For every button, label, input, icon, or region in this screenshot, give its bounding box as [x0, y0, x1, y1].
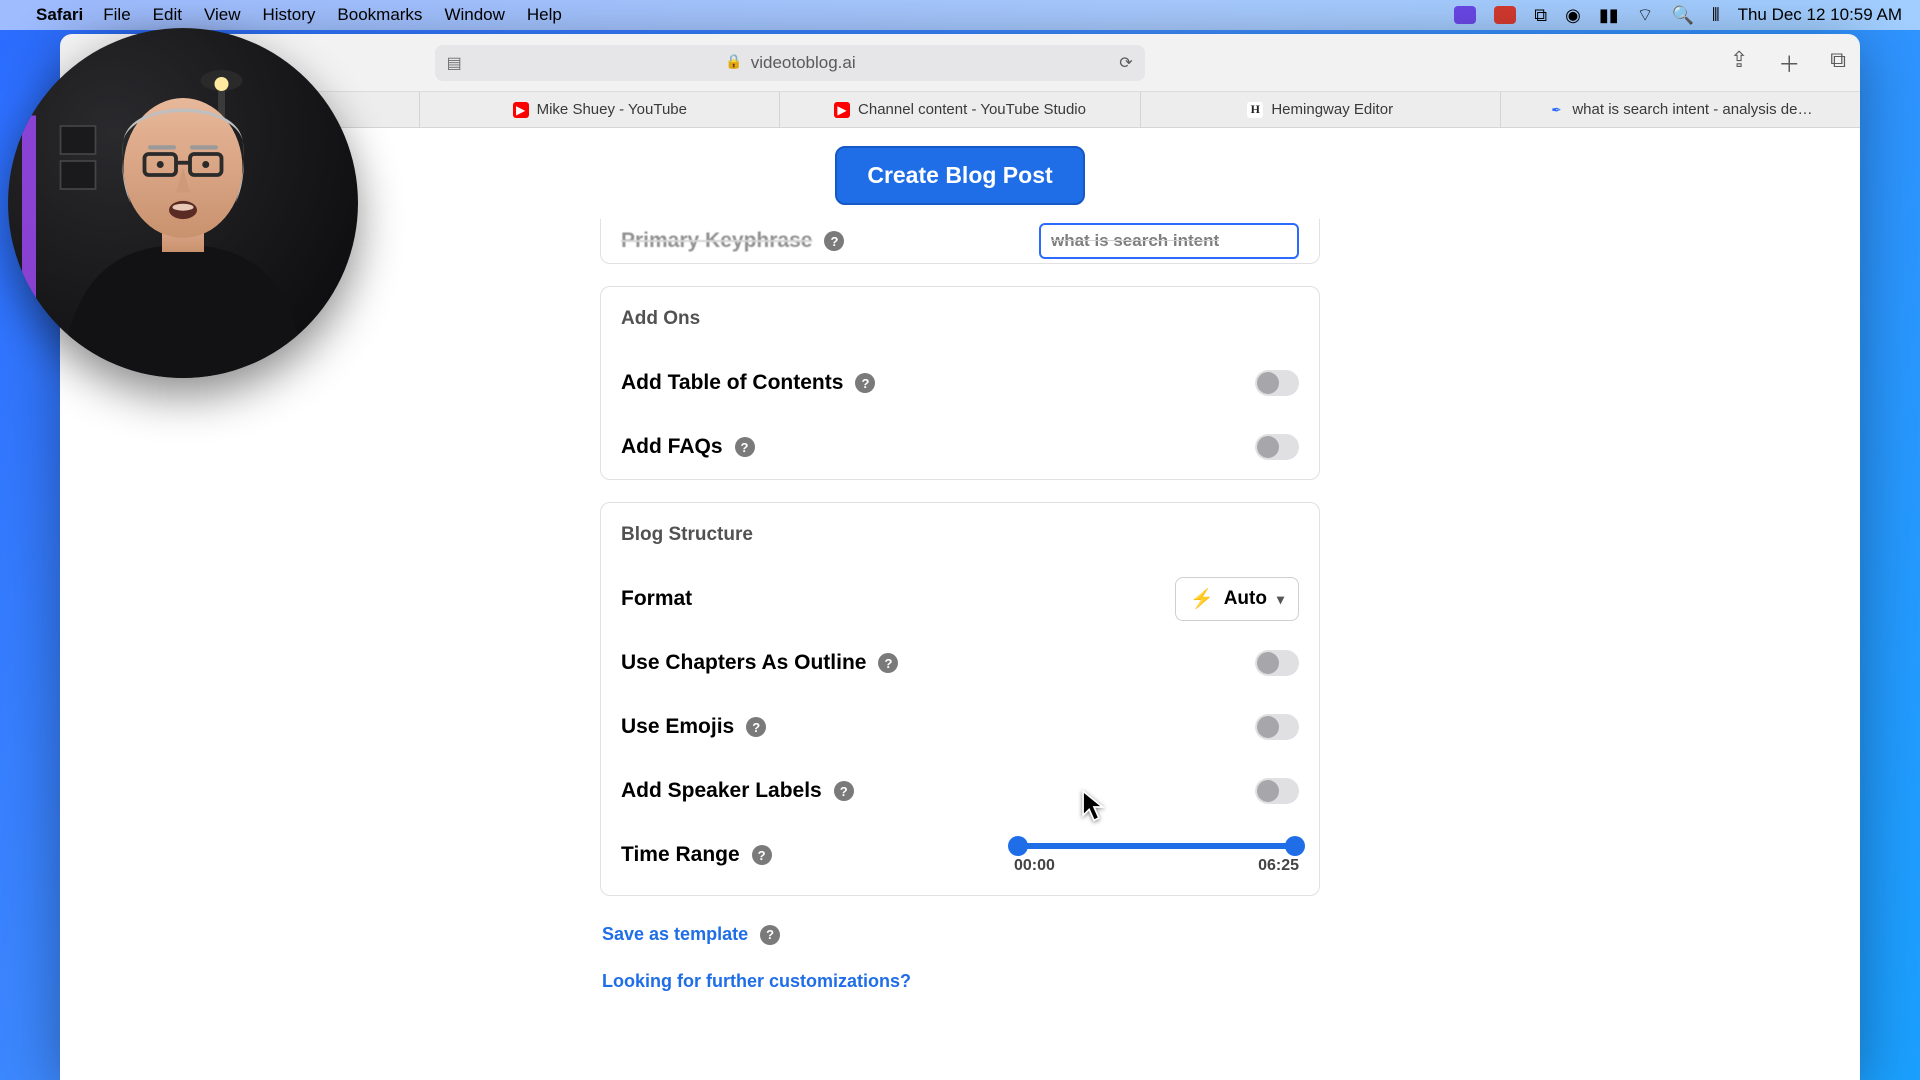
- help-icon[interactable]: ?: [752, 845, 772, 865]
- toggle-toc[interactable]: [1255, 370, 1299, 396]
- now-playing-icon[interactable]: ◉: [1565, 5, 1581, 26]
- create-blog-post-button[interactable]: Create Blog Post: [835, 146, 1084, 205]
- help-icon[interactable]: ?: [855, 373, 875, 393]
- card-structure: Blog Structure Format ⚡ Auto ▾ Use Chapt…: [600, 502, 1320, 896]
- address-bar[interactable]: ▤ 🔒 videotoblog.ai ⟳: [435, 45, 1145, 81]
- toggle-label-faqs: Add FAQs ?: [621, 435, 755, 459]
- structure-title: Blog Structure: [621, 524, 753, 546]
- favicon-feather-icon: ✒︎: [1548, 102, 1564, 118]
- favicon-youtube-icon: ▶: [834, 102, 850, 118]
- tab-3[interactable]: H Hemingway Editor: [1141, 92, 1501, 127]
- spotlight-icon[interactable]: 🔍: [1672, 5, 1694, 26]
- toggle-faqs[interactable]: [1255, 434, 1299, 460]
- bolt-icon: ⚡: [1190, 587, 1214, 611]
- control-center-icon[interactable]: ⫴: [1712, 5, 1720, 26]
- help-icon[interactable]: ?: [834, 781, 854, 801]
- battery-icon[interactable]: ▮▮: [1599, 5, 1619, 26]
- menu-help[interactable]: Help: [527, 5, 562, 25]
- primary-keyphrase-input[interactable]: what is search intent: [1039, 223, 1299, 259]
- menu-bookmarks[interactable]: Bookmarks: [337, 5, 422, 25]
- menu-edit[interactable]: Edit: [153, 5, 182, 25]
- toggle-emojis[interactable]: [1255, 714, 1299, 740]
- toggle-label-toc: Add Table of Contents ?: [621, 371, 875, 395]
- share-icon[interactable]: ⇪: [1730, 47, 1748, 79]
- tabs-overview-icon[interactable]: ⧉: [1830, 47, 1846, 79]
- help-icon[interactable]: ?: [824, 231, 844, 251]
- favicon-hemingway-icon: H: [1247, 102, 1263, 118]
- menu-extra-purple-icon[interactable]: [1454, 6, 1476, 24]
- tab-1[interactable]: ▶ Mike Shuey - YouTube: [420, 92, 780, 127]
- help-icon[interactable]: ?: [760, 925, 780, 945]
- macos-menubar: Safari File Edit View History Bookmarks …: [0, 0, 1920, 30]
- reload-icon[interactable]: ⟳: [1119, 53, 1132, 73]
- time-range-label: Time Range: [621, 843, 740, 867]
- tab-label: Channel content - YouTube Studio: [858, 101, 1086, 118]
- format-value: Auto: [1224, 588, 1267, 610]
- tab-label: Mike Shuey - YouTube: [537, 101, 687, 118]
- toggle-label-emojis: Use Emojis: [621, 715, 734, 739]
- primary-keyphrase-value: what is search intent: [1051, 231, 1219, 251]
- menu-file[interactable]: File: [103, 5, 130, 25]
- new-tab-icon[interactable]: ＋: [1778, 47, 1800, 79]
- screen-mirroring-icon[interactable]: ⧉: [1534, 5, 1547, 26]
- menu-extra-red-icon[interactable]: [1494, 6, 1516, 24]
- address-text: videotoblog.ai: [751, 53, 856, 73]
- reader-icon[interactable]: ▤: [447, 53, 462, 73]
- app-name[interactable]: Safari: [36, 5, 83, 25]
- time-range-thumb-start[interactable]: [1008, 836, 1028, 856]
- toggle-label-chapters: Use Chapters As Outline: [621, 651, 866, 675]
- menu-window[interactable]: Window: [444, 5, 504, 25]
- help-icon[interactable]: ?: [735, 437, 755, 457]
- format-label: Format: [621, 587, 692, 611]
- chevron-down-icon: ▾: [1277, 591, 1284, 608]
- tab-label: Hemingway Editor: [1271, 101, 1393, 118]
- tab-4[interactable]: ✒︎ what is search intent - analysis de…: [1501, 92, 1860, 127]
- time-range-end: 06:25: [1258, 857, 1299, 875]
- menu-view[interactable]: View: [204, 5, 241, 25]
- tab-2[interactable]: ▶ Channel content - YouTube Studio: [780, 92, 1140, 127]
- clock[interactable]: Thu Dec 12 10:59 AM: [1738, 5, 1902, 25]
- card-addons: Add Ons Add Table of Contents ? Add FAQs…: [600, 286, 1320, 480]
- favicon-youtube-icon: ▶: [513, 102, 529, 118]
- presenter-webcam: [8, 28, 358, 378]
- help-icon[interactable]: ?: [878, 653, 898, 673]
- browser-toolbar: ‹ › ▤ 🔒 videotoblog.ai ⟳ ⇪ ＋ ⧉: [60, 34, 1860, 92]
- toggle-label-speaker: Add Speaker Labels: [621, 779, 822, 803]
- lock-icon: 🔒: [725, 53, 742, 73]
- save-as-template-link[interactable]: Save as template: [602, 924, 748, 945]
- time-range-slider[interactable]: [1014, 843, 1299, 849]
- card-keyphrase: Primary Keyphrase ? what is search inten…: [600, 219, 1320, 264]
- tab-label: what is search intent - analysis de…: [1572, 101, 1812, 118]
- addons-title: Add Ons: [621, 308, 700, 330]
- toggle-speaker[interactable]: [1255, 778, 1299, 804]
- toggle-chapters[interactable]: [1255, 650, 1299, 676]
- time-range-start: 00:00: [1014, 857, 1055, 875]
- primary-keyphrase-label: Primary Keyphrase: [621, 229, 812, 253]
- help-icon[interactable]: ?: [746, 717, 766, 737]
- more-customizations-link[interactable]: Looking for further customizations?: [602, 971, 911, 992]
- menu-history[interactable]: History: [263, 5, 316, 25]
- format-dropdown[interactable]: ⚡ Auto ▾: [1175, 577, 1299, 621]
- time-range-thumb-end[interactable]: [1285, 836, 1305, 856]
- wifi-icon[interactable]: ⌔: [1637, 4, 1654, 27]
